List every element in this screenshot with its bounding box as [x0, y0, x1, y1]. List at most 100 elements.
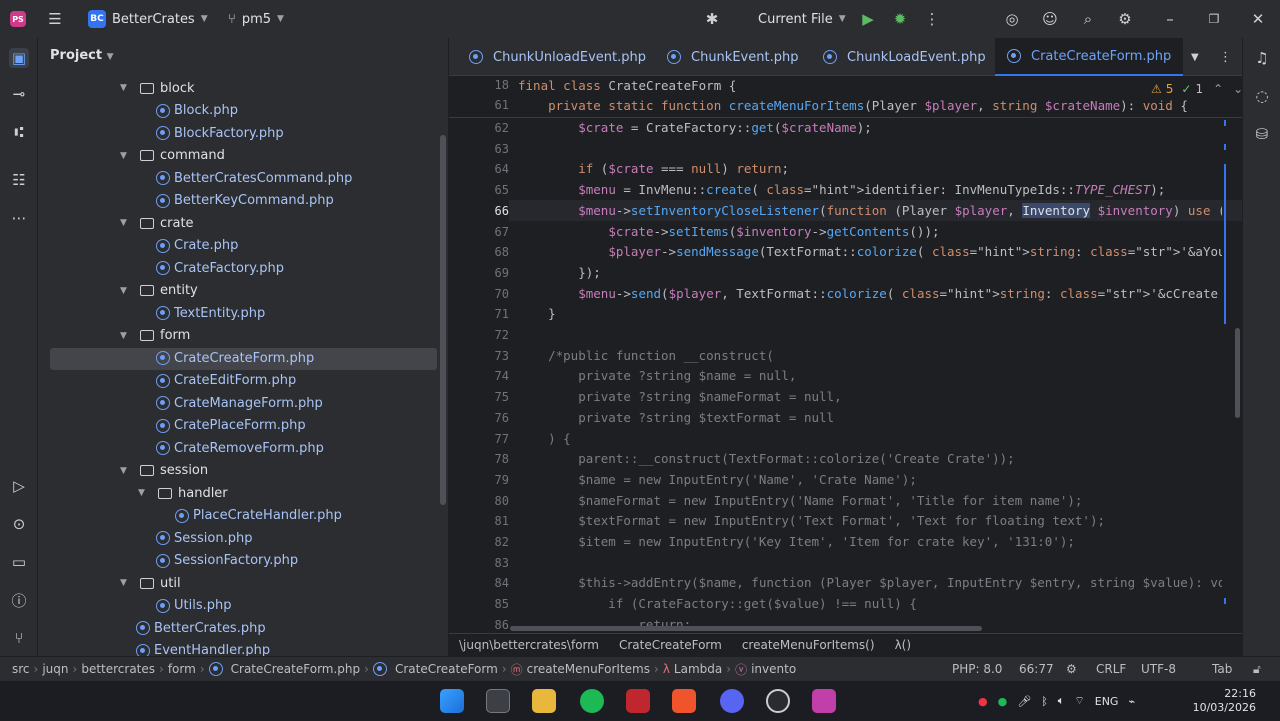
code-line[interactable]: $name = new InputEntry('Name', 'Crate Na…: [518, 472, 1222, 487]
editor-hscroll-thumb[interactable]: [510, 626, 982, 631]
code-line[interactable]: $menu = InvMenu::create( class="hint">id…: [518, 182, 1222, 197]
tray-app-icon[interactable]: ●: [978, 695, 988, 708]
discord-icon[interactable]: [720, 689, 744, 713]
tree-file-item[interactable]: BetterCratesCommand.php: [156, 167, 352, 189]
nav-method[interactable]: createMenuForItems: [527, 662, 650, 676]
notifications-bell-icon[interactable]: ♫: [1252, 48, 1272, 68]
tree-folder-item[interactable]: ▼ crate: [120, 212, 194, 234]
code-line[interactable]: $menu->send($player, TextFormat::coloriz…: [518, 286, 1222, 301]
tab-chunkloadevent[interactable]: ChunkLoadEvent.php: [823, 38, 986, 76]
phpstorm-icon[interactable]: [812, 689, 836, 713]
readonly-lock-icon[interactable]: 🔓︎: [1253, 657, 1261, 681]
more-actions-button[interactable]: ⋮: [922, 0, 942, 38]
tabs-dropdown-button[interactable]: ▼: [1191, 38, 1199, 76]
code-line[interactable]: parent::__construct(TextFormat::colorize…: [518, 451, 1222, 466]
inspection-widget[interactable]: ⚠ 5 ✓ 1 ⌃ ⌄: [1151, 82, 1243, 96]
chevron-down-icon[interactable]: ▼: [120, 151, 132, 161]
line-separator[interactable]: CRLF: [1096, 657, 1126, 681]
file-explorer-icon[interactable]: [532, 689, 556, 713]
app-logo-icon[interactable]: PS: [10, 0, 26, 38]
breadcrumb-class[interactable]: CrateCreateForm: [619, 638, 722, 652]
tree-file-item[interactable]: PlaceCrateHandler.php: [175, 505, 342, 527]
code-line[interactable]: $nameFormat = new InputEntry('Name Forma…: [518, 493, 1222, 508]
main-menu-icon[interactable]: ☰: [45, 0, 65, 38]
more-tools-icon[interactable]: ⋯: [9, 208, 29, 228]
chevron-down-icon[interactable]: ▼: [120, 331, 132, 341]
chevron-down-icon[interactable]: ▼: [120, 218, 132, 228]
tree-file-item[interactable]: CrateFactory.php: [156, 257, 284, 279]
nav-src[interactable]: src: [12, 662, 30, 676]
caret-position[interactable]: 66:77: [1019, 657, 1054, 681]
code-line[interactable]: if (CrateFactory::get($value) !== null) …: [518, 596, 1222, 611]
file-encoding[interactable]: UTF-8: [1141, 657, 1176, 681]
php-version[interactable]: PHP: 8.0: [952, 657, 1002, 681]
tree-file-item[interactable]: CrateManageForm.php: [156, 392, 323, 414]
filezilla-icon[interactable]: [626, 689, 650, 713]
tab-cratecreateform[interactable]: CrateCreateForm.php: [995, 38, 1184, 76]
code-style-icon[interactable]: ⚙: [1066, 657, 1077, 681]
tree-file-item[interactable]: CrateEditForm.php: [156, 370, 296, 392]
code-line[interactable]: private ?string $nameFormat = null,: [518, 389, 1222, 404]
chevron-down-icon[interactable]: ▼: [120, 286, 132, 296]
structure-icon[interactable]: ☷: [9, 170, 29, 190]
problems-icon[interactable]: ⓘ: [9, 590, 29, 610]
nav-juqn[interactable]: juqn: [42, 662, 68, 676]
run-panel-icon[interactable]: ▷: [9, 476, 29, 496]
nav-class[interactable]: CrateCreateForm: [395, 662, 498, 676]
tree-folder-item[interactable]: ▼ handler: [138, 482, 228, 504]
debug-bug-icon[interactable]: ✱: [702, 0, 722, 38]
tree-folder-item[interactable]: ▼ session: [120, 460, 208, 482]
spotify-icon[interactable]: [580, 689, 604, 713]
breadcrumb-lambda[interactable]: λ(): [895, 638, 911, 652]
tree-file-item[interactable]: Utils.php: [156, 595, 231, 617]
code-line[interactable]: $textFormat = new InputEntry('Text Forma…: [518, 513, 1222, 528]
nav-form[interactable]: form: [168, 662, 196, 676]
breadcrumb-method[interactable]: createMenuForItems(): [742, 638, 875, 652]
tree-file-item[interactable]: TextEntity.php: [156, 302, 265, 324]
chevron-down-icon[interactable]: ▼: [120, 578, 132, 588]
terminal-icon[interactable]: ▭: [9, 552, 29, 572]
close-button[interactable]: ✕: [1248, 0, 1268, 38]
bluetooth-icon[interactable]: ᛒ: [1041, 695, 1048, 708]
tree-file-item[interactable]: BlockFactory.php: [156, 122, 284, 144]
debug-button[interactable]: ✹: [890, 0, 910, 38]
code-line[interactable]: }: [518, 306, 1222, 321]
wifi-icon[interactable]: ⌔: [1074, 694, 1084, 708]
tree-file-item[interactable]: Block.php: [156, 100, 238, 122]
tab-chunkunloadevent[interactable]: ChunkUnloadEvent.php: [469, 38, 646, 76]
nav-variable[interactable]: invento: [751, 662, 796, 676]
settings-gear-icon[interactable]: ⚙: [1115, 0, 1135, 38]
add-user-icon[interactable]: ☺: [1040, 0, 1060, 38]
ai-assistant-icon[interactable]: ◎: [1002, 0, 1022, 38]
tree-folder-item[interactable]: ▼ util: [120, 572, 181, 594]
branch-switcher[interactable]: ⑂ pm5 ▼: [228, 0, 284, 38]
tree-file-item[interactable]: CrateCreateForm.php: [156, 347, 314, 369]
code-line[interactable]: $menu->setInventoryCloseListener(functio…: [518, 202, 1222, 218]
chevron-down-icon[interactable]: ▼: [120, 83, 132, 93]
chevron-down-icon[interactable]: ▼: [138, 488, 150, 498]
run-config-selector[interactable]: Current File ▼: [758, 0, 846, 38]
network-icon[interactable]: ⌁: [1128, 695, 1135, 708]
code-line[interactable]: });: [518, 265, 1222, 280]
code-line[interactable]: $crate->setItems($inventory->getContents…: [518, 224, 1222, 239]
breadcrumb-namespace[interactable]: \juqn\bettercrates\form: [459, 638, 599, 652]
tab-chunkevent[interactable]: ChunkEvent.php: [667, 38, 798, 76]
project-panel-header[interactable]: Project ▼: [50, 48, 114, 63]
microphone-icon[interactable]: 🎤︎: [1017, 695, 1031, 708]
project-scrollbar[interactable]: [440, 135, 446, 505]
code-line[interactable]: $item = new InputEntry('Key Item', 'Item…: [518, 534, 1222, 549]
sticky-code-line[interactable]: final class CrateCreateForm {: [518, 78, 736, 93]
sticky-code-line[interactable]: private static function createMenuForIte…: [518, 98, 1188, 113]
brave-browser-icon[interactable]: [672, 689, 696, 713]
project-folder-icon[interactable]: ▣: [9, 48, 29, 68]
tree-file-item[interactable]: CratePlaceForm.php: [156, 415, 306, 437]
chevron-down-icon[interactable]: ▼: [120, 466, 132, 476]
tree-folder-item[interactable]: ▼ entity: [120, 280, 198, 302]
run-button[interactable]: ▶: [858, 0, 878, 38]
nav-lambda[interactable]: Lambda: [674, 662, 722, 676]
services-icon[interactable]: ⊙: [9, 514, 29, 534]
code-line[interactable]: /*public function __construct(: [518, 348, 1222, 363]
code-line[interactable]: private ?string $textFormat = null: [518, 410, 1222, 425]
volume-icon[interactable]: 🔈︎: [1058, 694, 1065, 708]
tree-file-item[interactable]: SessionFactory.php: [156, 550, 298, 572]
